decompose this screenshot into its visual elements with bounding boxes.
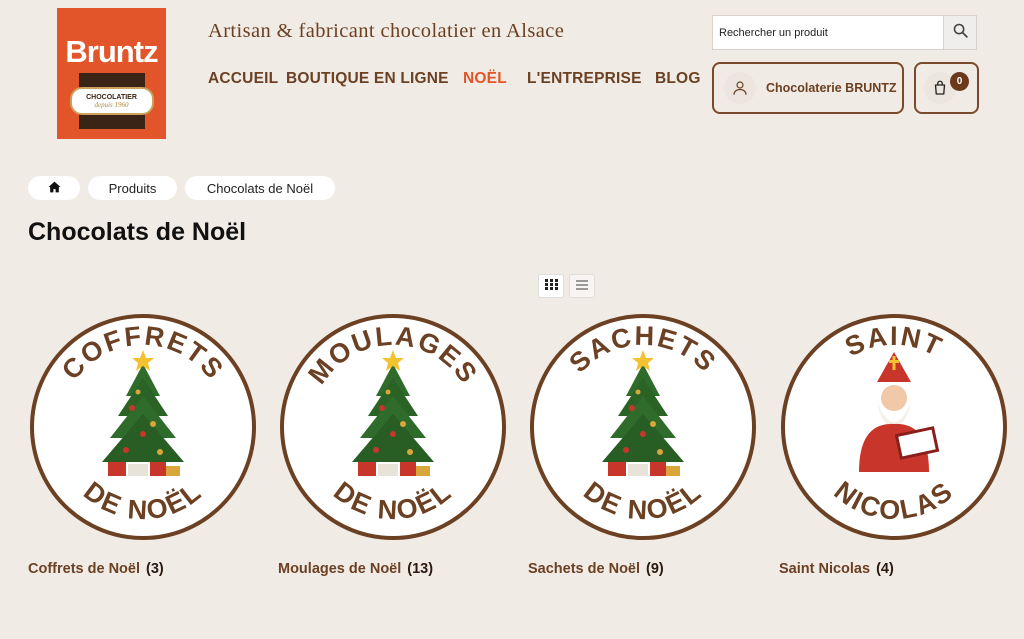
search-input[interactable] <box>713 16 943 49</box>
category-count: (13) <box>407 561 434 577</box>
user-icon <box>724 72 756 104</box>
logo-plaque: CHOCOLATIER depuis 1960 <box>69 73 154 129</box>
breadcrumb-produits[interactable]: Produits <box>88 176 177 200</box>
category-card[interactable]: COFFRETS DE NOËL Coffrets de Noël (3) <box>28 312 258 577</box>
category-card[interactable]: SAINT NICOLAS Saint Nicolas (4) <box>779 312 1009 577</box>
category-caption[interactable]: Coffrets de Noël (3) <box>28 561 164 577</box>
category-name[interactable]: Sachets de Noël <box>528 561 640 577</box>
category-card[interactable]: SACHETS DE NOËL Sachets de Noël (9) <box>528 312 758 577</box>
category-name[interactable]: Saint Nicolas <box>779 561 870 577</box>
grid-icon <box>544 277 558 295</box>
category-image[interactable]: COFFRETS DE NOËL <box>28 312 258 542</box>
search-bar <box>712 15 977 50</box>
site-tagline: Artisan & fabricant chocolatier en Alsac… <box>208 20 565 42</box>
account-button[interactable]: Chocolaterie BRUNTZ <box>712 62 904 114</box>
account-name: Chocolaterie BRUNTZ <box>766 81 897 95</box>
breadcrumb-current: Chocolats de Noël <box>185 176 335 200</box>
category-count: (9) <box>646 561 664 577</box>
nav-noel[interactable]: NOËL <box>463 70 507 88</box>
list-icon <box>576 277 588 295</box>
category-count: (3) <box>146 561 164 577</box>
list-view-button[interactable] <box>569 274 595 298</box>
cart-button[interactable]: 0 <box>914 62 979 114</box>
logo-line2: depuis 1960 <box>94 100 129 109</box>
grid-view-button[interactable] <box>538 274 564 298</box>
category-image[interactable]: MOULAGES DE NOËL <box>278 312 508 542</box>
home-icon <box>48 181 61 196</box>
nav-boutique[interactable]: BOUTIQUE EN LIGNE <box>286 70 449 88</box>
category-caption[interactable]: Sachets de Noël (9) <box>528 561 664 577</box>
logo-line1: CHOCOLATIER <box>86 93 137 101</box>
category-image[interactable]: SACHETS DE NOËL <box>528 312 758 542</box>
cart-count-badge: 0 <box>950 72 969 91</box>
search-button[interactable] <box>943 16 976 49</box>
category-caption[interactable]: Saint Nicolas (4) <box>779 561 894 577</box>
category-image[interactable]: SAINT NICOLAS <box>779 312 1009 542</box>
category-caption[interactable]: Moulages de Noël (13) <box>278 561 433 577</box>
page-title: Chocolats de Noël <box>28 218 247 246</box>
category-count: (4) <box>876 561 894 577</box>
nav-blog[interactable]: BLOG <box>655 70 701 88</box>
category-name[interactable]: Moulages de Noël <box>278 561 401 577</box>
nav-accueil[interactable]: ACCUEIL <box>208 70 278 88</box>
logo-brand: Bruntz <box>65 34 158 69</box>
logo-ribbon: CHOCOLATIER depuis 1960 <box>69 87 154 115</box>
search-icon <box>952 22 969 44</box>
category-card[interactable]: MOULAGES DE NOËL Moulages de Noël (13) <box>278 312 508 577</box>
nav-entreprise[interactable]: L'ENTREPRISE <box>527 70 642 88</box>
site-logo[interactable]: Bruntz CHOCOLATIER depuis 1960 <box>57 8 166 139</box>
breadcrumb-home[interactable] <box>28 176 80 200</box>
category-name[interactable]: Coffrets de Noël <box>28 561 140 577</box>
